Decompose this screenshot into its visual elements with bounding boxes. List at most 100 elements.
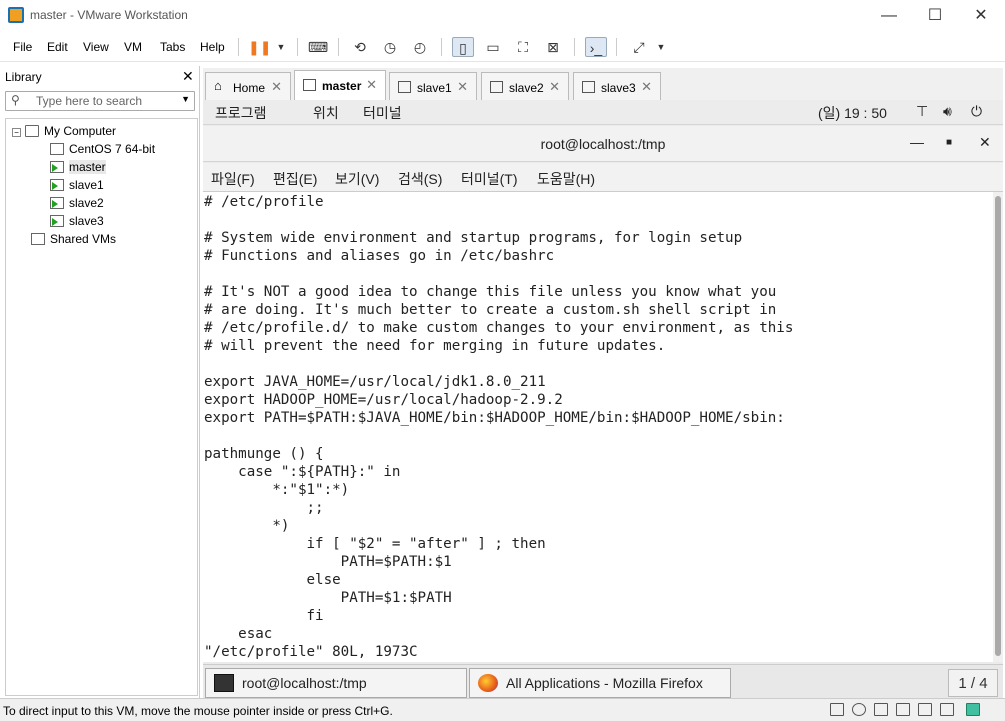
menu-vm[interactable]: VM (124, 40, 142, 54)
window-title: master - VMware Workstation (30, 8, 188, 22)
tab-slave3[interactable]: slave3 ✕ (573, 72, 661, 100)
library-title: Library (5, 70, 42, 84)
terminal-menu-file[interactable]: 파일(F) (211, 169, 255, 189)
stretch-dropdown-icon[interactable]: ▼ (650, 37, 672, 57)
close-tab-icon[interactable]: ✕ (641, 79, 652, 95)
network-adapter-icon[interactable] (874, 703, 888, 716)
menu-tabs[interactable]: Tabs (160, 40, 185, 54)
home-icon: ⌂ (214, 78, 222, 93)
tree-vm-master[interactable]: master (50, 158, 106, 176)
tab-slave2[interactable]: slave2 ✕ (481, 72, 569, 100)
tree-my-computer[interactable]: − My Computer (12, 122, 116, 140)
menu-bar: File Edit View VM Tabs Help ❚❚ ▼ ⌨ ⟲ ◷ ◴… (0, 32, 1005, 62)
pause-icon[interactable]: ❚❚ (248, 37, 271, 57)
hard-disk-icon[interactable] (830, 703, 844, 716)
terminal-scrollbar[interactable] (993, 192, 1003, 662)
vm-running-icon (50, 197, 64, 209)
guest-screen[interactable]: 프로그램 위치 터미널 (일) 19 : 50 ⊤ 🔊︎ ⏻ root@loca… (203, 100, 1003, 698)
computer-icon (25, 125, 39, 137)
tab-home[interactable]: ⌂ Home ✕ (205, 72, 291, 100)
workspace-pager[interactable]: 1 / 4 (948, 669, 998, 697)
sound-card-icon[interactable] (918, 703, 932, 716)
scrollbar-thumb[interactable] (995, 196, 1001, 656)
menu-edit[interactable]: Edit (47, 40, 68, 54)
volume-icon[interactable]: 🔊︎ (943, 103, 952, 120)
stretch-guest-icon[interactable]: ⤢ (628, 37, 650, 57)
menu-file[interactable]: File (13, 40, 32, 54)
power-icon[interactable]: ⏻ (971, 103, 982, 120)
toolbar-separator (616, 38, 617, 56)
close-tab-icon[interactable]: ✕ (457, 79, 468, 95)
snapshot-revert-icon[interactable]: ⟲ (349, 37, 371, 57)
terminal-maximize-button[interactable]: ■ (946, 137, 952, 148)
terminal-menu-edit[interactable]: 편집(E) (273, 169, 317, 189)
menu-view[interactable]: View (83, 40, 109, 54)
close-tab-icon[interactable]: ✕ (271, 79, 282, 95)
terminal-menu-view[interactable]: 보기(V) (335, 169, 379, 189)
library-tree: − My Computer CentOS 7 64-bit master slav… (5, 118, 198, 696)
show-library-icon[interactable]: ▯ (452, 37, 474, 57)
thumbnail-bar-icon[interactable]: ▭ (482, 37, 504, 57)
terminal-output[interactable]: # /etc/profile # System wide environment… (203, 192, 993, 662)
network-icon[interactable]: ⊤ (916, 103, 928, 120)
display-icon[interactable] (940, 703, 954, 716)
terminal-menu-help[interactable]: 도움말(H) (537, 169, 595, 189)
terminal-menubar: 파일(F) 편집(E) 보기(V) 검색(S) 터미널(T) 도움말(H) (203, 163, 1003, 192)
gnome-top-bar: 프로그램 위치 터미널 (일) 19 : 50 ⊤ 🔊︎ ⏻ (203, 100, 1003, 125)
menu-help[interactable]: Help (200, 40, 225, 54)
vm-tab-icon (490, 81, 503, 93)
full-screen-icon[interactable]: ⛶ (512, 37, 534, 57)
close-tab-icon[interactable]: ✕ (549, 79, 560, 95)
library-search-input[interactable] (36, 94, 176, 108)
snapshot-take-icon[interactable]: ◷ (379, 37, 401, 57)
cd-dvd-icon[interactable] (852, 703, 866, 716)
terminal-menu-terminal[interactable]: 터미널(T) (461, 169, 518, 189)
gnome-menu-places[interactable]: 위치 (313, 103, 339, 123)
send-ctrl-alt-del-icon[interactable]: ⌨ (307, 37, 329, 57)
unity-icon[interactable]: ⊠ (542, 37, 564, 57)
search-icon: ⚲ (11, 93, 20, 107)
terminal-minimize-button[interactable]: — (910, 134, 924, 150)
tab-slave1[interactable]: slave1 ✕ (389, 72, 477, 100)
status-text: To direct input to this VM, move the mou… (3, 704, 393, 718)
gnome-clock[interactable]: (일) 19 : 50 (818, 103, 887, 123)
snapshot-manager-icon[interactable]: ◴ (409, 37, 431, 57)
toolbar-separator (238, 38, 239, 56)
search-dropdown-icon[interactable]: ▼ (181, 94, 190, 104)
gnome-menu-terminal[interactable]: 터미널 (363, 103, 402, 123)
vm-icon (50, 143, 64, 155)
console-view-icon[interactable]: ›_ (585, 37, 607, 57)
tree-vm-slave3[interactable]: slave3 (50, 212, 104, 230)
pause-dropdown-icon[interactable]: ▼ (270, 37, 292, 57)
tree-shared-vms[interactable]: Shared VMs (31, 230, 116, 248)
terminal-text: # /etc/profile # System wide environment… (204, 194, 794, 660)
collapse-icon[interactable]: − (12, 128, 21, 137)
message-log-icon[interactable] (966, 703, 980, 716)
maximize-button[interactable]: ☐ (912, 4, 958, 28)
gnome-menu-applications[interactable]: 프로그램 (215, 103, 267, 123)
printer-icon[interactable] (896, 703, 910, 716)
vm-tab-icon (303, 79, 316, 91)
taskbar-item-firefox[interactable]: All Applications - Mozilla Firefox (469, 668, 731, 698)
toolbar-separator (441, 38, 442, 56)
terminal-menu-search[interactable]: 검색(S) (398, 169, 442, 189)
minimize-button[interactable]: — (866, 4, 912, 28)
tree-vm-slave2[interactable]: slave2 (50, 194, 104, 212)
terminal-titlebar: root@localhost:/tmp — ■ ✕ (203, 126, 1003, 162)
vm-running-icon (50, 215, 64, 227)
close-tab-icon[interactable]: ✕ (366, 77, 377, 93)
status-bar: To direct input to this VM, move the mou… (0, 698, 1005, 721)
tree-vm-slave1[interactable]: slave1 (50, 176, 104, 194)
tree-vm-centos[interactable]: CentOS 7 64-bit (50, 140, 155, 158)
title-bar: master - VMware Workstation — ☐ ✕ (0, 0, 1005, 32)
vmware-logo-icon (8, 7, 24, 23)
library-search: ⚲ ▼ (5, 91, 195, 111)
gnome-taskbar: root@localhost:/tmp All Applications - M… (203, 664, 1003, 698)
close-window-button[interactable]: ✕ (958, 4, 1004, 28)
taskbar-item-terminal[interactable]: root@localhost:/tmp (205, 668, 467, 698)
terminal-close-button[interactable]: ✕ (979, 134, 991, 151)
toolbar-separator (574, 38, 575, 56)
toolbar-separator (297, 38, 298, 56)
close-library-button[interactable]: ✕ (182, 68, 194, 85)
tab-master[interactable]: master ✕ (294, 70, 386, 100)
